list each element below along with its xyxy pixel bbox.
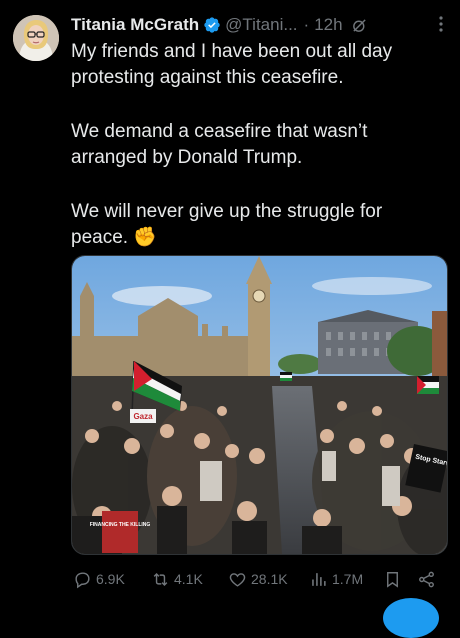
reply-count: 6.9K (96, 571, 125, 587)
tweet-action-bar: 6.9K 4.1K 28.1K 1.7M (73, 568, 443, 590)
grok-icon[interactable] (351, 17, 368, 34)
author-handle[interactable]: @Titani... (225, 15, 297, 35)
tweet-time[interactable]: 12h (314, 15, 342, 35)
reply-icon (75, 571, 90, 588)
like-icon (229, 572, 246, 587)
tweet-paragraph: My friends and I have been out all day p… (71, 41, 393, 88)
compose-button[interactable] (383, 598, 439, 638)
more-icon[interactable] (438, 15, 444, 33)
author-name[interactable]: Titania McGrath (71, 15, 199, 35)
separator-dot: · (303, 15, 310, 34)
tweet-text: My friends and I have been out all day p… (71, 39, 441, 251)
share-button[interactable] (417, 568, 436, 590)
tweet-photo[interactable]: Gaza Stop Starving GAZA FINANCING THE KI… (71, 255, 448, 555)
views-icon (312, 572, 326, 586)
tweet-paragraph: We demand a ceasefire that wasn’t arrang… (71, 121, 368, 168)
protest-photo: Gaza Stop Starving GAZA FINANCING THE KI… (72, 256, 447, 554)
like-button[interactable]: 28.1K (228, 568, 288, 590)
share-icon (419, 571, 434, 587)
sign-gaza: Gaza (133, 412, 153, 421)
sign-financing: FINANCING THE KILLING (90, 522, 151, 528)
bookmark-icon (387, 571, 398, 588)
tweet-header: Titania McGrath @Titani... · 12h (71, 13, 450, 37)
repost-icon (153, 572, 168, 586)
tweet-paragraph: We will never give up the struggle for p… (71, 201, 383, 248)
verified-badge-icon[interactable] (203, 16, 221, 34)
repost-count: 4.1K (174, 571, 203, 587)
views-count: 1.7M (332, 571, 364, 587)
reply-button[interactable]: 6.9K (73, 568, 125, 590)
views-button[interactable]: 1.7M (309, 568, 363, 590)
avatar-image (13, 15, 59, 61)
avatar[interactable] (13, 15, 59, 61)
like-count: 28.1K (251, 571, 288, 587)
repost-button[interactable]: 4.1K (151, 568, 203, 590)
bookmark-button[interactable] (383, 568, 402, 590)
